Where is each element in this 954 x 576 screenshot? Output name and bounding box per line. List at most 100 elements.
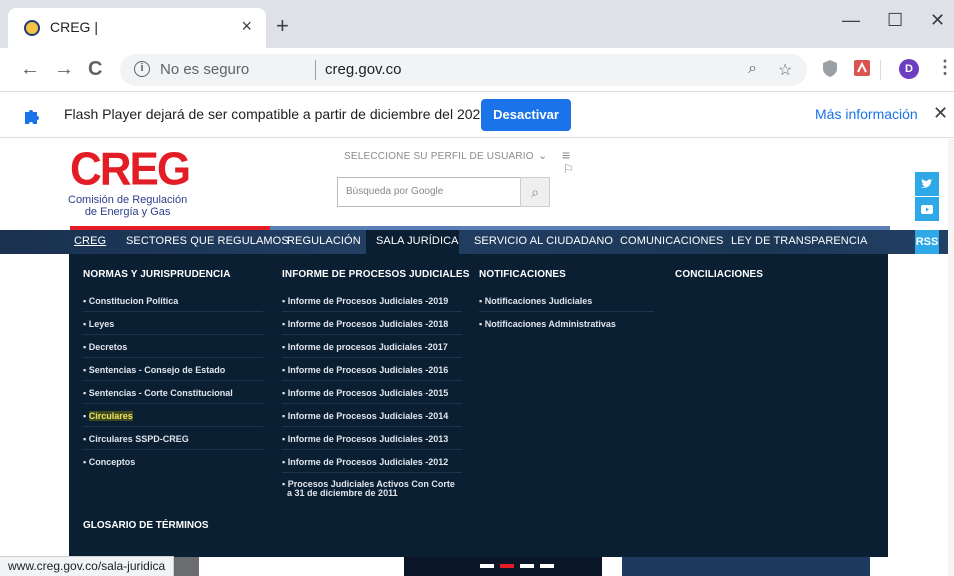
menu-link-procesos-2019[interactable]: ▪ Informe de Procesos Judiciales -2019: [282, 296, 448, 306]
menu-divider: [83, 380, 263, 381]
carousel-dots[interactable]: [480, 564, 580, 568]
bookmark-star-icon[interactable]: ☆: [778, 60, 792, 80]
menu-link-procesos-2013[interactable]: ▪ Informe de Procesos Judiciales -2013: [282, 434, 448, 444]
tab-close-button[interactable]: ×: [241, 16, 252, 37]
search-button[interactable]: ⌕: [520, 177, 550, 207]
menu-link-procesos-2012[interactable]: ▪ Informe de Procesos Judiciales -2012: [282, 457, 448, 467]
tab-strip: CREG | × + — ☐ ✕: [0, 0, 954, 48]
pdf-extension-icon[interactable]: [852, 58, 872, 78]
menu-link-label: Decretos: [88, 342, 128, 352]
hamburger-menu-icon[interactable]: ≡: [562, 147, 570, 163]
google-search-input[interactable]: Búsqueda por Google: [337, 177, 522, 207]
extension-shield-icon[interactable]: [820, 58, 840, 78]
puzzle-piece-icon: [25, 110, 39, 124]
menu-divider: [282, 426, 462, 427]
menu-link-label: Informe de procesos Judiciales -2017: [287, 342, 448, 352]
minimize-button[interactable]: —: [842, 10, 860, 31]
search-icon: ⌕: [531, 184, 539, 200]
info-icon[interactable]: i: [134, 61, 150, 77]
creg-favicon-icon: [24, 20, 40, 36]
menu-divider: [282, 334, 462, 335]
menu-link-conceptos[interactable]: ▪ Conceptos: [83, 457, 135, 467]
maximize-button[interactable]: ☐: [887, 10, 903, 31]
main-navigation: CREG SECTORES QUE REGULAMOS REGULACIÓN S…: [0, 230, 954, 254]
menu-link-sentencias-corte[interactable]: ▪ Sentencias - Corte Constitucional: [83, 388, 233, 398]
menu-link-label: Notificaciones Judiciales: [484, 296, 593, 306]
menu-link-label: Sentencias - Consejo de Estado: [88, 365, 226, 375]
menu-link-procesos-2015[interactable]: ▪ Informe de Procesos Judiciales -2015: [282, 388, 448, 398]
rss-link[interactable]: RSS: [915, 230, 939, 254]
menu-link-label: Informe de Procesos Judiciales -2012: [287, 457, 449, 467]
menu-link-label: Informe de Procesos Judiciales -2014: [287, 411, 449, 421]
url-divider: [315, 60, 316, 80]
menu-link-constitucion[interactable]: ▪ Constitucion Política: [83, 296, 178, 306]
security-label: No es seguro: [160, 61, 250, 78]
nav-item-servicio-ciudadano[interactable]: SERVICIO AL CIUDADANO: [474, 235, 613, 247]
menu-link-circulares-sspd[interactable]: ▪ Circulares SSPD-CREG: [83, 434, 189, 444]
menu-link-notificaciones-judiciales[interactable]: ▪ Notificaciones Judiciales: [479, 296, 592, 306]
menu-link-label: Sentencias - Corte Constitucional: [88, 388, 233, 398]
window-close-button[interactable]: ✕: [930, 10, 945, 31]
logo-subtitle-line-1: Comisión de Regulación: [68, 194, 188, 206]
url-text[interactable]: creg.gov.co: [325, 61, 401, 78]
flash-infobar: Flash Player dejará de ser compatible a …: [0, 93, 954, 138]
menu-link-label: Circulares SSPD-CREG: [88, 434, 189, 444]
menu-link-label: Notificaciones Administrativas: [484, 319, 616, 329]
menu-link-label-highlighted: Circulares: [88, 411, 133, 421]
col-heading-procesos[interactable]: INFORME DE PROCESOS JUDICIALES: [282, 269, 469, 280]
menu-link-leyes[interactable]: ▪ Leyes: [83, 319, 114, 329]
col-heading-conciliaciones[interactable]: CONCILIACIONES: [675, 269, 763, 280]
twitter-icon[interactable]: [915, 172, 939, 196]
flag-icon[interactable]: ⚐: [563, 162, 574, 176]
col-heading-normas[interactable]: NORMAS Y JURISPRUDENCIA: [83, 269, 231, 280]
nav-item-sectores[interactable]: SECTORES QUE REGULAMOS: [126, 235, 289, 247]
search-placeholder: Búsqueda por Google: [346, 186, 444, 197]
menu-divider: [282, 357, 462, 358]
col-heading-notificaciones[interactable]: NOTIFICACIONES: [479, 269, 566, 280]
new-tab-button[interactable]: +: [276, 15, 289, 37]
creg-logo[interactable]: CREG: [70, 144, 191, 197]
menu-divider: [83, 449, 263, 450]
menu-link-procesos-activos[interactable]: ▪ Procesos Judiciales Activos Con Corte …: [282, 480, 455, 498]
nav-item-sala-juridica[interactable]: SALA JURÍDICA: [376, 235, 459, 247]
profile-select[interactable]: SELECCIONE SU PERFIL DE USUARIO: [344, 151, 534, 162]
nav-item-regulacion[interactable]: REGULACIÓN: [287, 235, 361, 247]
back-button[interactable]: ←: [20, 58, 40, 81]
menu-divider: [83, 357, 263, 358]
logo-subtitle-line-2: de Energía y Gas: [84, 206, 171, 218]
menu-kebab-icon[interactable]: ⋮: [936, 57, 954, 78]
forward-button[interactable]: →: [54, 58, 74, 81]
menu-link-label: Leyes: [88, 319, 115, 329]
infobar-close-button[interactable]: ✕: [933, 103, 948, 124]
menu-divider: [282, 472, 462, 473]
youtube-icon[interactable]: [915, 197, 939, 221]
menu-divider: [83, 334, 263, 335]
menu-link-label: Informe de Procesos Judiciales -2013: [287, 434, 449, 444]
nav-item-creg[interactable]: CREG: [74, 235, 106, 247]
menu-link-procesos-2018[interactable]: ▪ Informe de Procesos Judiciales -2018: [282, 319, 448, 329]
menu-link-procesos-2017[interactable]: ▪ Informe de procesos Judiciales -2017: [282, 342, 448, 352]
reload-button[interactable]: C: [88, 58, 102, 81]
deactivate-button[interactable]: Desactivar: [481, 99, 571, 131]
browser-tab[interactable]: CREG | ×: [8, 8, 266, 48]
menu-link-notificaciones-administrativas[interactable]: ▪ Notificaciones Administrativas: [479, 319, 616, 329]
menu-link-decretos[interactable]: ▪ Decretos: [83, 342, 127, 352]
nav-item-ley-transparencia[interactable]: LEY DE TRANSPARENCIA: [731, 235, 868, 247]
menu-link-sentencias-consejo[interactable]: ▪ Sentencias - Consejo de Estado: [83, 365, 225, 375]
sala-juridica-megamenu: NORMAS Y JURISPRUDENCIA INFORME DE PROCE…: [69, 254, 888, 557]
chevron-down-icon[interactable]: ⌄: [538, 149, 547, 162]
menu-link-circulares[interactable]: ▪ Circulares: [83, 411, 133, 421]
more-info-link[interactable]: Más información: [815, 106, 918, 122]
menu-link-procesos-2016[interactable]: ▪ Informe de Procesos Judiciales -2016: [282, 365, 448, 375]
menu-link-procesos-2014[interactable]: ▪ Informe de Procesos Judiciales -2014: [282, 411, 448, 421]
infobar-message: Flash Player dejará de ser compatible a …: [64, 106, 493, 122]
glosario-link[interactable]: GLOSARIO DE TÉRMINOS: [83, 520, 209, 531]
zoom-icon[interactable]: ⌕: [748, 60, 757, 78]
menu-link-label: Conceptos: [88, 457, 136, 467]
menu-divider: [282, 449, 462, 450]
profile-avatar[interactable]: D: [899, 59, 919, 79]
tab-title: CREG |: [50, 19, 98, 35]
address-bar[interactable]: i No es seguro creg.gov.co ⌕ ☆: [120, 54, 807, 86]
page-scrollbar[interactable]: [948, 139, 954, 576]
nav-item-comunicaciones[interactable]: COMUNICACIONES: [620, 235, 723, 247]
